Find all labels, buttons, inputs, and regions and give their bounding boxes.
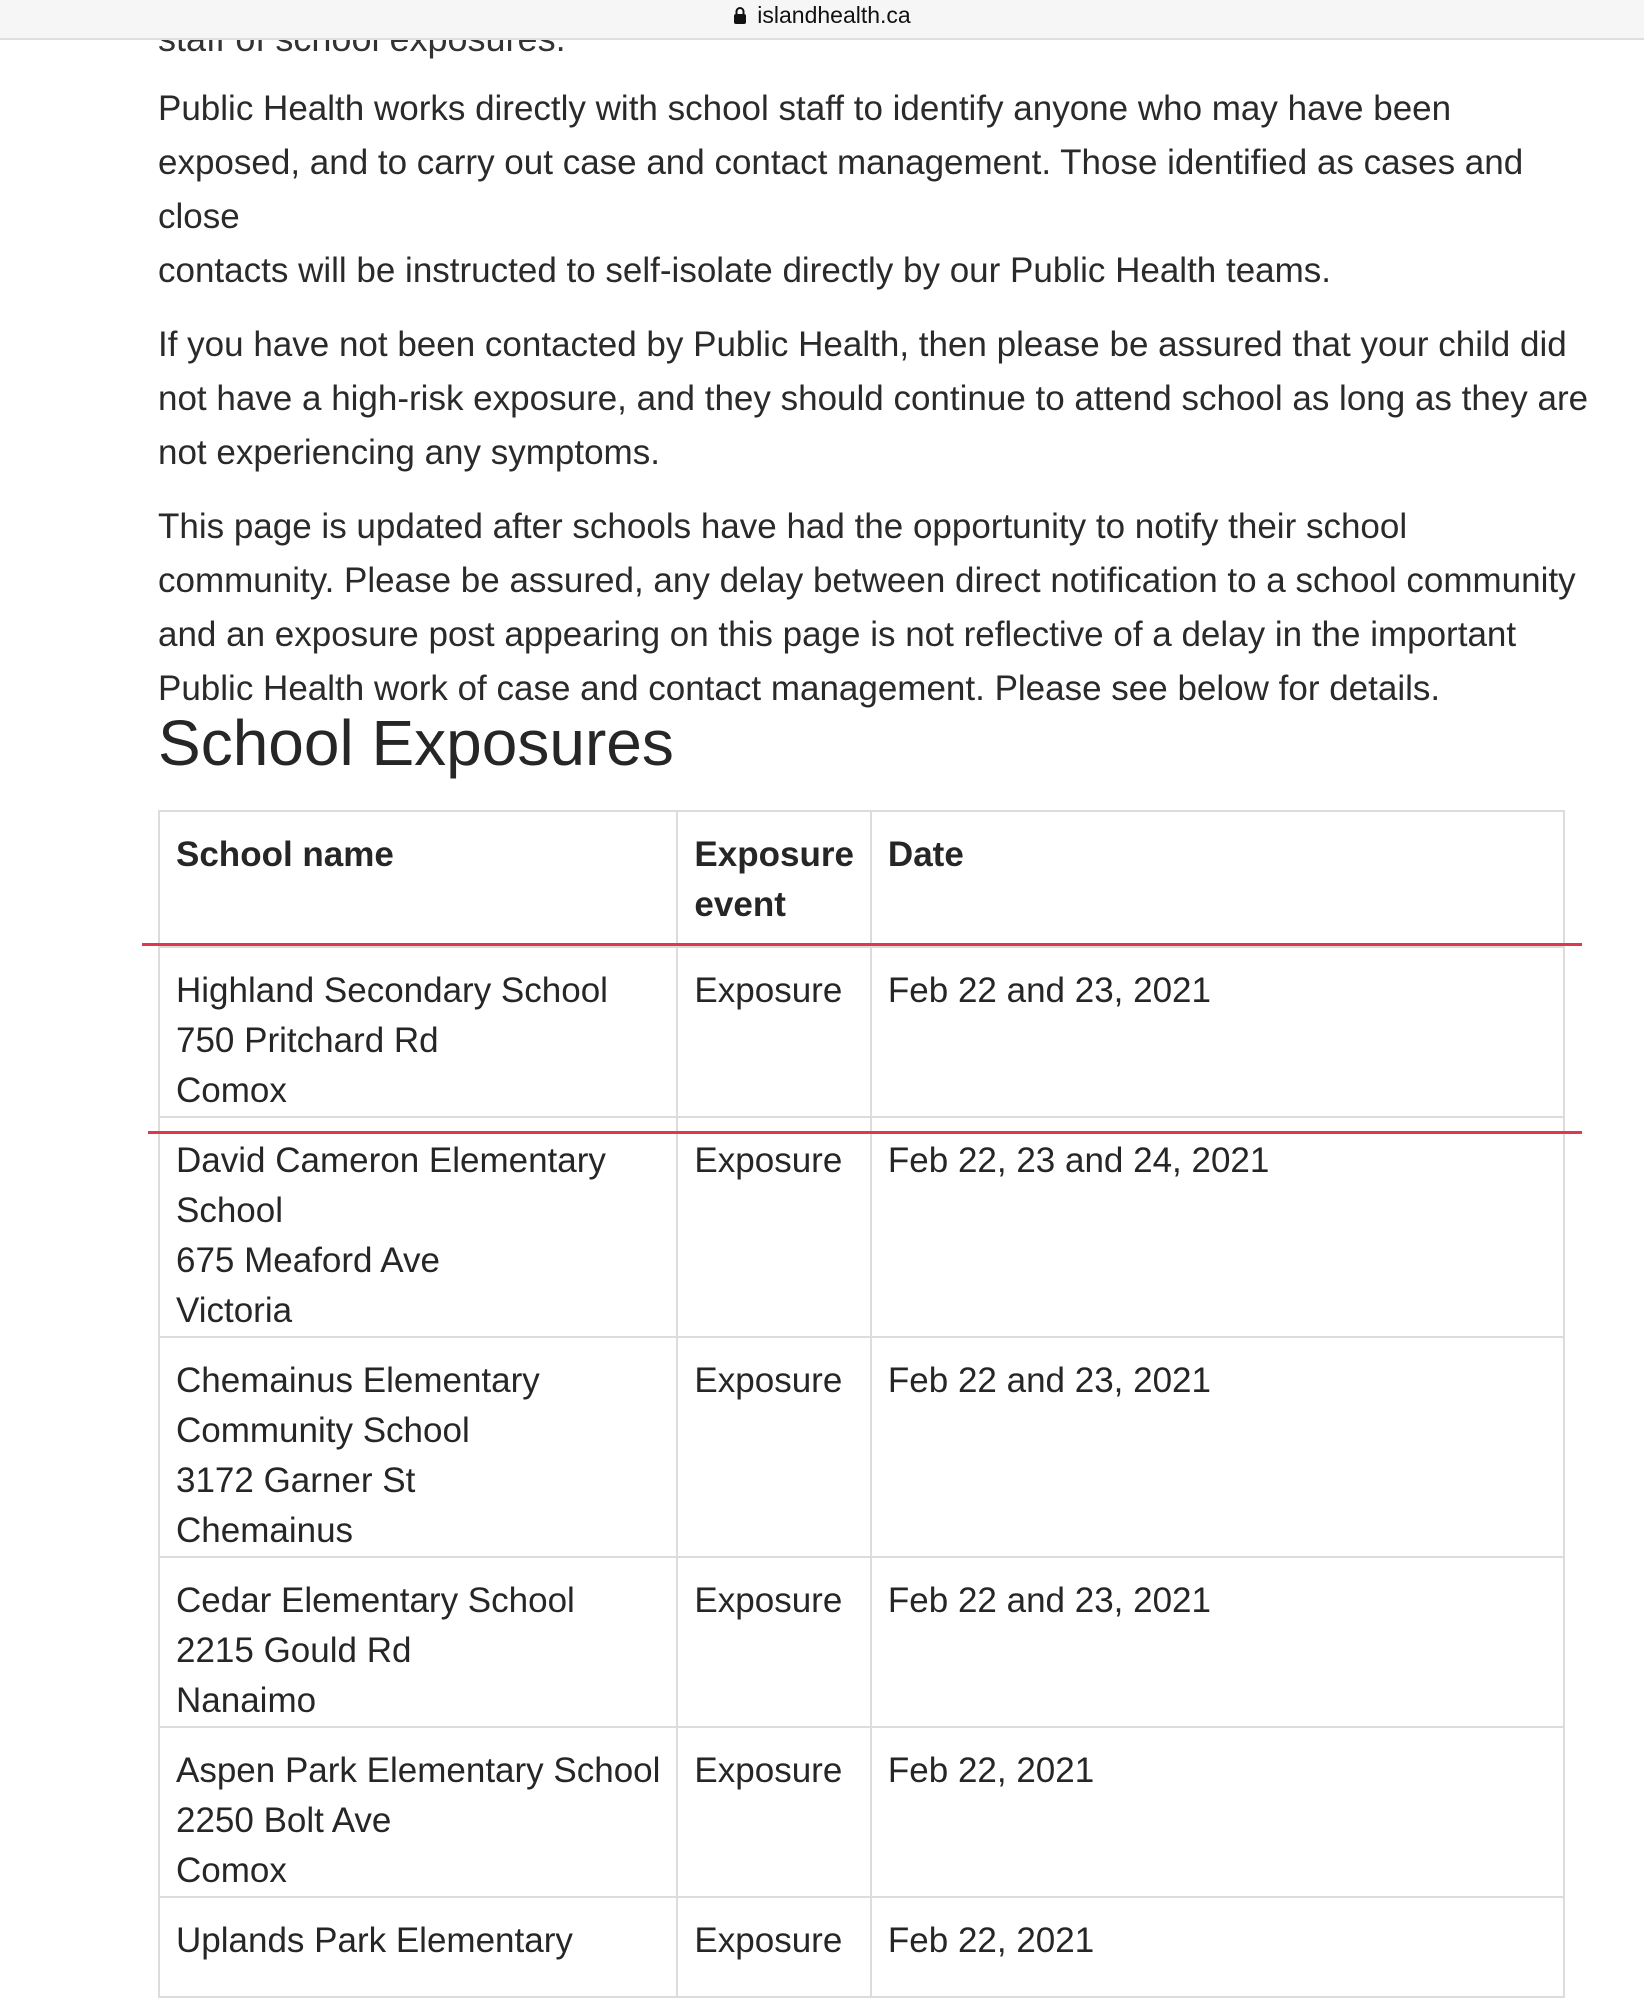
paragraph-public-health-works: Public Health works directly with school… [158, 89, 1524, 290]
highlight-line-top [142, 943, 1582, 946]
url-text: islandhealth.ca [757, 1, 911, 28]
school-city: Nanaimo [176, 1681, 317, 1720]
school-name: Chemainus Elementary [176, 1361, 540, 1400]
lock-icon [734, 6, 747, 24]
header-exposure-event: Exposure event [676, 810, 872, 948]
header-date: Date [869, 810, 1566, 948]
cell-date: Feb 22, 2021 [869, 1896, 1566, 1998]
school-name: Cedar Elementary School [176, 1581, 575, 1620]
school-address: 675 Meaford Ave [176, 1241, 440, 1280]
cell-school: David Cameron Elementary School 675 Meaf… [157, 1116, 679, 1338]
cell-event: Exposure [676, 1336, 872, 1558]
school-city: Chemainus [176, 1511, 354, 1550]
cell-event: Exposure [676, 1116, 872, 1338]
header-school-name: School name [157, 810, 679, 948]
intro-content: Public Health works directly with school… [158, 82, 1598, 736]
cell-school: Aspen Park Elementary School 2250 Bolt A… [157, 1726, 679, 1898]
section-title-school-exposures: School Exposures [158, 707, 674, 779]
school-address: 2250 Bolt Ave [176, 1801, 392, 1840]
table-row: Cedar Elementary School 2215 Gould Rd Na… [157, 1556, 1566, 1728]
paragraph-page-updated: This page is updated after schools have … [158, 507, 1576, 708]
cell-event: Exposure [676, 1556, 872, 1728]
cell-school: Highland Secondary School 750 Pritchard … [157, 946, 679, 1118]
cell-date: Feb 22, 2021 [869, 1726, 1566, 1898]
cell-school: Chemainus Elementary Community School 31… [157, 1336, 679, 1558]
url-display[interactable]: islandhealth.ca [733, 1, 911, 29]
school-name: Uplands Park Elementary [176, 1921, 573, 1960]
table-row: Uplands Park Elementary Exposure Feb 22,… [157, 1896, 1566, 1998]
browser-url-bar[interactable]: islandhealth.ca [0, 0, 1644, 40]
table-row: David Cameron Elementary School 675 Meaf… [157, 1116, 1566, 1338]
highlight-line-bottom [148, 1131, 1582, 1134]
school-city: Victoria [176, 1291, 293, 1330]
school-exposures-table: School name Exposure event Date Highland… [157, 810, 1566, 1998]
school-name: Highland Secondary School [176, 971, 608, 1010]
school-address: 750 Pritchard Rd [176, 1021, 439, 1060]
cell-date: Feb 22 and 23, 2021 [869, 946, 1566, 1118]
cell-event: Exposure [676, 1896, 872, 1998]
cell-event: Exposure [676, 1726, 872, 1898]
table-header-row: School name Exposure event Date [157, 810, 1566, 948]
cell-event: Exposure [676, 946, 872, 1118]
school-city: Comox [176, 1851, 287, 1890]
school-city: Comox [176, 1071, 287, 1110]
school-name-continued: School [176, 1191, 284, 1230]
cell-school: Cedar Elementary School 2215 Gould Rd Na… [157, 1556, 679, 1728]
school-address: 3172 Garner St [176, 1461, 416, 1500]
school-name-continued: Community School [176, 1411, 470, 1450]
table-row: Chemainus Elementary Community School 31… [157, 1336, 1566, 1558]
table-row: Highland Secondary School 750 Pritchard … [157, 946, 1566, 1118]
paragraph-not-contacted: If you have not been contacted by Public… [158, 325, 1589, 472]
school-name: Aspen Park Elementary School [176, 1751, 661, 1790]
school-address: 2215 Gould Rd [176, 1631, 412, 1670]
cell-school: Uplands Park Elementary [157, 1896, 679, 1998]
cell-date: Feb 22 and 23, 2021 [869, 1336, 1566, 1558]
cell-date: Feb 22 and 23, 2021 [869, 1556, 1566, 1728]
school-name: David Cameron Elementary [176, 1141, 606, 1180]
cell-date: Feb 22, 23 and 24, 2021 [869, 1116, 1566, 1338]
table-row: Aspen Park Elementary School 2250 Bolt A… [157, 1726, 1566, 1898]
